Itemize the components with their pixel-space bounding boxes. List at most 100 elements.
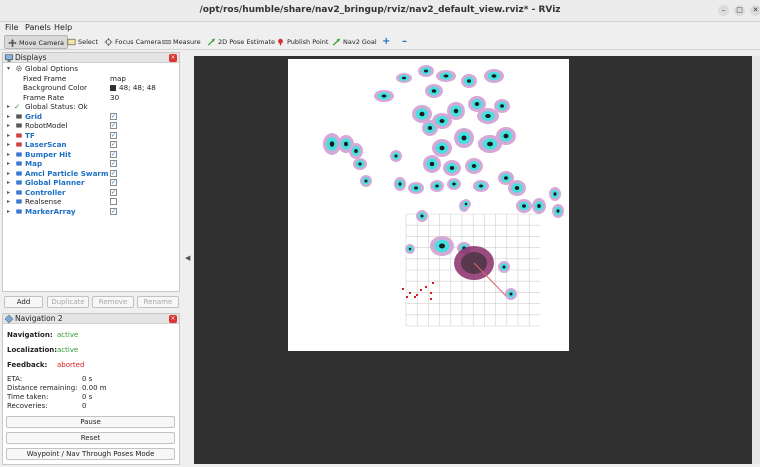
expand-right-icon[interactable]: ▸ [7,207,10,217]
tree-item-amcl-particle-swarm[interactable]: ▸ Amcl Particle Swarm ✓ [3,169,179,179]
add-display-button[interactable]: Add [4,296,43,308]
display-item-checkbox[interactable]: ✓ [110,179,117,186]
nav2-goal-icon [332,38,341,46]
display-item-checkbox[interactable]: ✓ [110,150,117,158]
expand-right-icon[interactable]: ▸ [7,102,10,112]
publish-point-tool[interactable]: Publish Point [273,35,331,49]
remove-display-button[interactable]: Remove [92,296,134,308]
display-item-checkbox[interactable]: ✓ [110,112,117,120]
expand-right-icon[interactable]: ▸ [7,131,10,141]
map-view[interactable] [194,56,752,464]
time-taken-label: Time taken: [7,393,49,401]
reset-button[interactable]: Reset [6,432,175,444]
duplicate-display-button[interactable]: Duplicate [47,296,89,308]
expand-right-icon[interactable]: ▸ [7,159,10,169]
select-tool[interactable]: Select [64,35,101,49]
tree-item-grid[interactable]: ▸ Grid ✓ [3,112,179,122]
background-color-value[interactable]: 48; 48; 48 [119,83,156,93]
expand-right-icon[interactable]: ▸ [7,178,10,188]
navigation-title: Navigation 2 [15,314,63,323]
menu-file[interactable]: File [5,22,18,33]
display-item-checkbox[interactable]: ✓ [110,122,117,129]
pause-button[interactable]: Pause [6,416,175,428]
localization-label: Localization: [7,346,58,354]
focus-camera-label: Focus Camera [115,38,162,46]
tf-axes-icon [16,132,22,138]
move-camera-tool[interactable]: Move Camera [4,35,69,49]
expand-right-icon[interactable]: ▸ [7,169,10,179]
display-item-label: Map [25,159,43,168]
fixed-frame-value[interactable]: map [110,74,126,84]
tree-item-bumper-hit[interactable]: ▸ Bumper Hit ✓ [3,150,179,160]
tree-item-tf[interactable]: ▸ TF ✓ [3,131,179,141]
menu-panels[interactable]: Panels [25,22,51,33]
nav2-goal-tool[interactable]: Nav2 Goal [329,35,380,49]
navigation-label: Navigation: [7,331,53,339]
remove-tool-button[interactable]: – [396,35,410,49]
display-item-checkbox[interactable]: ✓ [110,207,117,215]
expand-down-icon[interactable]: ▾ [7,64,10,74]
display-item-checkbox[interactable]: ✓ [110,188,117,196]
tree-frame-rate[interactable]: Frame Rate 30 [3,93,179,103]
display-item-label: Global Planner [25,178,85,187]
render-viewport[interactable] [194,56,752,464]
minimize-button[interactable]: – [718,5,729,16]
recoveries-value: 0 [82,402,87,410]
tree-item-markerarray[interactable]: ▸ MarkerArray ✓ [3,207,179,217]
close-window-button[interactable]: ✕ [750,5,760,16]
navigation-panel-header: Navigation 2 × [3,314,179,324]
display-item-checkbox[interactable]: ✓ [110,141,117,148]
map-icon [16,161,22,166]
tree-fixed-frame[interactable]: Fixed Frame map [3,74,179,84]
display-item-label: Grid [25,111,43,121]
display-item-checkbox[interactable] [110,198,117,205]
display-item-checkbox[interactable]: ✓ [110,160,117,167]
tree-global-status[interactable]: ▸ ✓ Global Status: Ok [3,102,179,112]
focus-camera-tool[interactable]: Focus Camera [101,35,164,49]
frame-rate-value[interactable]: 30 [110,93,119,103]
tree-item-map[interactable]: ▸ Map ✓ [3,159,179,169]
viewport-scrollbar[interactable] [752,56,760,464]
toolbar: Move Camera Select Focus Camera Measure … [0,34,760,50]
eta-value: 0 s [82,375,93,383]
display-item-checkbox[interactable]: ✓ [110,131,117,139]
waypoint-mode-button[interactable]: Waypoint / Nav Through Poses Mode [6,448,175,460]
check-icon: ✓ [14,102,21,111]
display-item-label: Realsense [25,197,62,206]
grid-icon [16,113,22,119]
navigation-close-button[interactable]: × [169,315,177,323]
pose-estimate-tool[interactable]: 2D Pose Estimate [204,35,278,49]
background-color-swatch[interactable] [110,85,116,91]
tree-background-color[interactable]: Background Color 48; 48; 48 [3,83,179,93]
maximize-button[interactable]: □ [734,5,745,16]
expand-right-icon[interactable]: ▸ [7,188,10,198]
menu-help[interactable]: Help [54,22,72,33]
planner-icon [16,180,22,185]
displays-close-button[interactable]: × [169,54,177,62]
expand-right-icon[interactable]: ▸ [7,140,10,150]
tree-item-global-planner[interactable]: ▸ Global Planner ✓ [3,178,179,188]
tree-item-realsense[interactable]: ▸ Realsense [3,197,179,207]
measure-tool[interactable]: Measure [159,35,204,49]
displays-panel: Displays × ▾ Global Options Fixed Frame … [2,52,180,292]
expand-right-icon[interactable]: ▸ [7,150,10,160]
tree-item-laserscan[interactable]: ▸ LaserScan ✓ [3,140,179,150]
focus-camera-icon [104,38,113,46]
collapse-left-icon[interactable]: ◀ [185,254,190,262]
tree-item-controller[interactable]: ▸ Controller ✓ [3,188,179,198]
particle-icon [16,170,22,176]
expand-right-icon[interactable]: ▸ [7,197,10,207]
feedback-status: aborted [57,361,85,369]
panel-splitter[interactable]: ◀ [183,50,193,467]
display-item-checkbox[interactable]: ✓ [110,169,117,177]
tree-global-options[interactable]: ▾ Global Options [3,64,179,74]
add-tool-button[interactable]: + [376,35,393,49]
expand-right-icon[interactable]: ▸ [7,121,10,131]
gear-icon [16,65,22,72]
localization-status: active [57,346,79,354]
select-icon [67,38,76,46]
rename-display-button[interactable]: Rename [137,296,179,308]
expand-right-icon[interactable]: ▸ [7,112,10,122]
window-title: /opt/ros/humble/share/nav2_bringup/rviz/… [199,5,561,15]
tree-item-robotmodel[interactable]: ▸ RobotModel ✓ [3,121,179,131]
